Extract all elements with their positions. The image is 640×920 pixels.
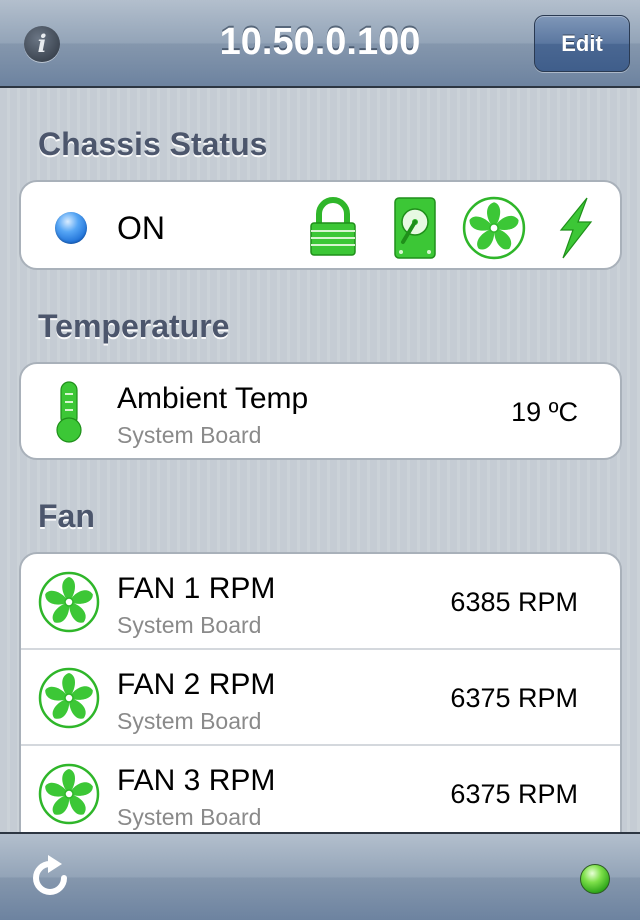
chassis-status-card: ON (19, 180, 622, 270)
section-header-chassis-status: Chassis Status (38, 126, 268, 162)
fan-icon (38, 667, 100, 729)
power-state-label: ON (117, 210, 165, 246)
lightning-icon (559, 197, 593, 259)
fan-speed: 6375 RPM (450, 779, 578, 809)
sensor-location: System Board (117, 422, 262, 448)
fan-card: FAN 1 RPM System Board 6385 RPM FAN 2 RP… (19, 552, 622, 872)
bottom-toolbar (0, 832, 640, 920)
fan-location: System Board (117, 708, 262, 734)
sensor-name: Ambient Temp (117, 382, 309, 415)
fan-icon (38, 571, 100, 633)
fan-speed: 6375 RPM (450, 683, 578, 713)
fan-name: FAN 2 RPM (117, 668, 276, 701)
thermometer-icon (56, 381, 82, 443)
fan-row[interactable]: FAN 2 RPM System Board 6375 RPM (21, 650, 620, 746)
section-header-temperature: Temperature (38, 308, 230, 344)
fan-location: System Board (117, 612, 262, 638)
navigation-bar: i 10.50.0.100 Edit (0, 0, 640, 88)
info-icon[interactable]: i (24, 26, 60, 62)
connection-status-indicator (580, 864, 610, 894)
fan-location: System Board (117, 804, 262, 830)
temperature-card: Ambient Temp System Board 19 ºC (19, 362, 622, 460)
fan-name: FAN 3 RPM (117, 764, 276, 797)
lock-icon (310, 197, 356, 256)
fan-row[interactable]: FAN 3 RPM System Board 6375 RPM (21, 746, 620, 842)
fan-speed: 6385 RPM (450, 587, 578, 617)
fan-icon (462, 196, 526, 260)
fan-row[interactable]: FAN 1 RPM System Board 6385 RPM (21, 554, 620, 650)
fan-name: FAN 1 RPM (117, 572, 276, 605)
section-header-fan: Fan (38, 498, 95, 534)
host-title: 10.50.0.100 (219, 21, 421, 63)
edit-button[interactable]: Edit (534, 15, 630, 72)
power-indicator (55, 212, 87, 244)
temperature-row[interactable]: Ambient Temp System Board 19 ºC (21, 364, 620, 458)
refresh-icon[interactable] (26, 854, 74, 902)
fan-icon (38, 763, 100, 825)
sensor-value: 19 ºC (511, 397, 578, 427)
hard-drive-icon (394, 197, 436, 259)
